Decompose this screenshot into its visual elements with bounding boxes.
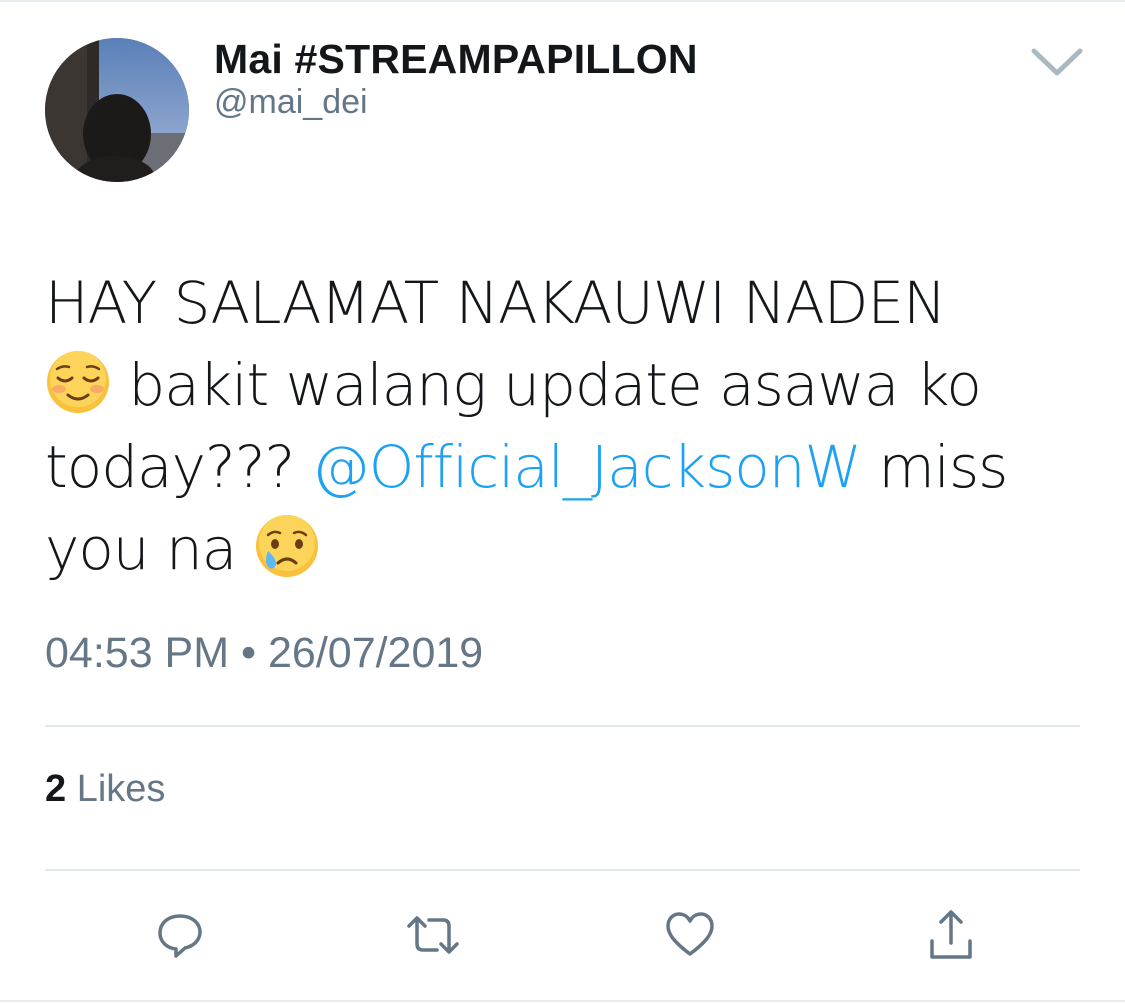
crying-face-emoji [254,513,320,579]
likes-count: 2 [45,768,67,810]
comment-icon [158,914,202,958]
likes-label: Likes [66,768,166,810]
heart-icon [666,912,714,956]
chevron-down-icon[interactable] [1030,45,1084,79]
retweet-icon [407,916,459,954]
divider-top [45,725,1080,727]
divider-bottom [45,869,1080,871]
like-button[interactable] [660,905,720,965]
top-divider [0,0,1125,2]
likes-summary[interactable]: 2 Likes [45,765,165,813]
share-button[interactable] [921,905,981,965]
author-handle[interactable]: @mai_dei [214,80,368,124]
share-icon [930,910,972,959]
relieved-face-emoji [45,349,111,415]
avatar[interactable] [45,38,189,182]
tweet-timestamp: 04:53 PM • 26/07/2019 [45,629,484,677]
reply-button[interactable] [150,905,210,965]
tweet-text: HAY SALAMAT NAKAUWI NADEN bakit walang u… [45,262,1080,590]
mention-link[interactable]: @Official_JacksonW [312,433,862,501]
tweet-actions-bar [0,905,1125,975]
retweet-button[interactable] [403,905,463,965]
tweet-text-line1: HAY SALAMAT NAKAUWI NADEN [45,269,946,337]
bottom-divider [0,1000,1125,1002]
author-display-name[interactable]: Mai #STREAMPAPILLON [214,34,698,84]
